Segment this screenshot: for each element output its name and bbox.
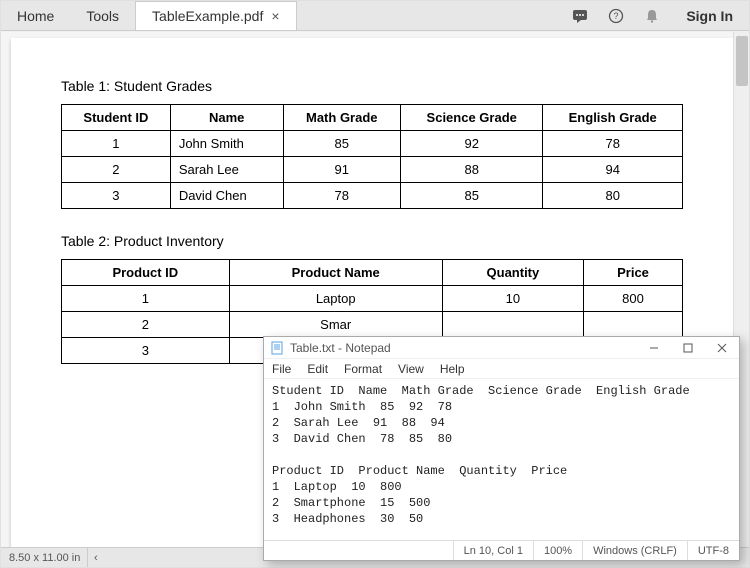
table1-header: Name bbox=[170, 105, 283, 131]
table-cell: 3 bbox=[62, 338, 230, 364]
table-cell: 92 bbox=[401, 131, 543, 157]
notepad-titlebar[interactable]: Table.txt - Notepad bbox=[264, 337, 739, 359]
table-cell: 800 bbox=[584, 286, 683, 312]
notepad-text-area[interactable]: Student ID Name Math Grade Science Grade… bbox=[264, 379, 739, 540]
table-cell: 91 bbox=[283, 157, 400, 183]
status-encoding: UTF-8 bbox=[687, 541, 739, 560]
minimize-button[interactable] bbox=[637, 337, 671, 359]
table-cell: 10 bbox=[442, 286, 583, 312]
table2-header: Product ID bbox=[62, 260, 230, 286]
table-cell: 85 bbox=[283, 131, 400, 157]
table-row: 3 David Chen 78 85 80 bbox=[62, 183, 683, 209]
sign-in-button[interactable]: Sign In bbox=[670, 1, 749, 30]
table1-title: Table 1: Student Grades bbox=[61, 78, 683, 94]
table-cell: 85 bbox=[401, 183, 543, 209]
table-cell: 1 bbox=[62, 131, 171, 157]
notepad-statusbar: Ln 10, Col 1 100% Windows (CRLF) UTF-8 bbox=[264, 540, 739, 560]
close-tab-icon[interactable]: × bbox=[271, 8, 279, 24]
table-row: 1 Laptop 10 800 bbox=[62, 286, 683, 312]
menu-help[interactable]: Help bbox=[432, 362, 473, 376]
bell-icon[interactable] bbox=[634, 1, 670, 30]
statusbar-separator bbox=[87, 548, 88, 567]
scrollbar-thumb[interactable] bbox=[736, 36, 748, 86]
table2-header: Product Name bbox=[229, 260, 442, 286]
window-controls bbox=[637, 337, 739, 359]
tab-home[interactable]: Home bbox=[1, 1, 70, 30]
table-cell: David Chen bbox=[170, 183, 283, 209]
table-cell: Laptop bbox=[229, 286, 442, 312]
tab-tools[interactable]: Tools bbox=[70, 1, 135, 30]
table-student-grades: Student ID Name Math Grade Science Grade… bbox=[61, 104, 683, 209]
table-cell: 94 bbox=[543, 157, 683, 183]
table-cell: 78 bbox=[543, 131, 683, 157]
table-cell: 80 bbox=[543, 183, 683, 209]
table-cell: 78 bbox=[283, 183, 400, 209]
menu-file[interactable]: File bbox=[264, 362, 299, 376]
tab-document-label: TableExample.pdf bbox=[152, 8, 263, 24]
table1-header: Science Grade bbox=[401, 105, 543, 131]
maximize-button[interactable] bbox=[671, 337, 705, 359]
table-cell bbox=[584, 312, 683, 338]
menu-view[interactable]: View bbox=[390, 362, 432, 376]
page-dimensions: 8.50 x 11.00 in bbox=[9, 552, 81, 564]
notepad-window[interactable]: Table.txt - Notepad File Edit Format Vie… bbox=[263, 336, 740, 561]
table-cell: Smar bbox=[229, 312, 442, 338]
statusbar-chevron-icon[interactable]: ‹ bbox=[94, 552, 98, 564]
status-zoom: 100% bbox=[533, 541, 582, 560]
table1-header: Math Grade bbox=[283, 105, 400, 131]
table1-header: English Grade bbox=[543, 105, 683, 131]
menu-format[interactable]: Format bbox=[336, 362, 390, 376]
table-cell bbox=[442, 312, 583, 338]
notepad-menubar: File Edit Format View Help bbox=[264, 359, 739, 379]
notepad-app-icon bbox=[270, 341, 284, 355]
notepad-title: Table.txt - Notepad bbox=[290, 341, 391, 355]
status-cursor: Ln 10, Col 1 bbox=[453, 541, 533, 560]
table-cell: Sarah Lee bbox=[170, 157, 283, 183]
table-cell: 3 bbox=[62, 183, 171, 209]
table2-title: Table 2: Product Inventory bbox=[61, 233, 683, 249]
svg-text:?: ? bbox=[614, 11, 619, 21]
table-cell: 2 bbox=[62, 312, 230, 338]
table-row: 2 Sarah Lee 91 88 94 bbox=[62, 157, 683, 183]
help-icon[interactable]: ? bbox=[598, 1, 634, 30]
table-cell: 88 bbox=[401, 157, 543, 183]
comment-icon[interactable] bbox=[562, 1, 598, 30]
status-lineending: Windows (CRLF) bbox=[582, 541, 687, 560]
table1-header: Student ID bbox=[62, 105, 171, 131]
close-button[interactable] bbox=[705, 337, 739, 359]
tab-document[interactable]: TableExample.pdf × bbox=[135, 1, 296, 30]
table-row: 1 John Smith 85 92 78 bbox=[62, 131, 683, 157]
table-row: 2 Smar bbox=[62, 312, 683, 338]
menu-edit[interactable]: Edit bbox=[299, 362, 336, 376]
table-cell: John Smith bbox=[170, 131, 283, 157]
table2-header: Quantity bbox=[442, 260, 583, 286]
table2-header: Price bbox=[584, 260, 683, 286]
table-cell: 2 bbox=[62, 157, 171, 183]
table-cell: 1 bbox=[62, 286, 230, 312]
pdf-toolbar: Home Tools TableExample.pdf × ? Sign In bbox=[1, 1, 749, 31]
